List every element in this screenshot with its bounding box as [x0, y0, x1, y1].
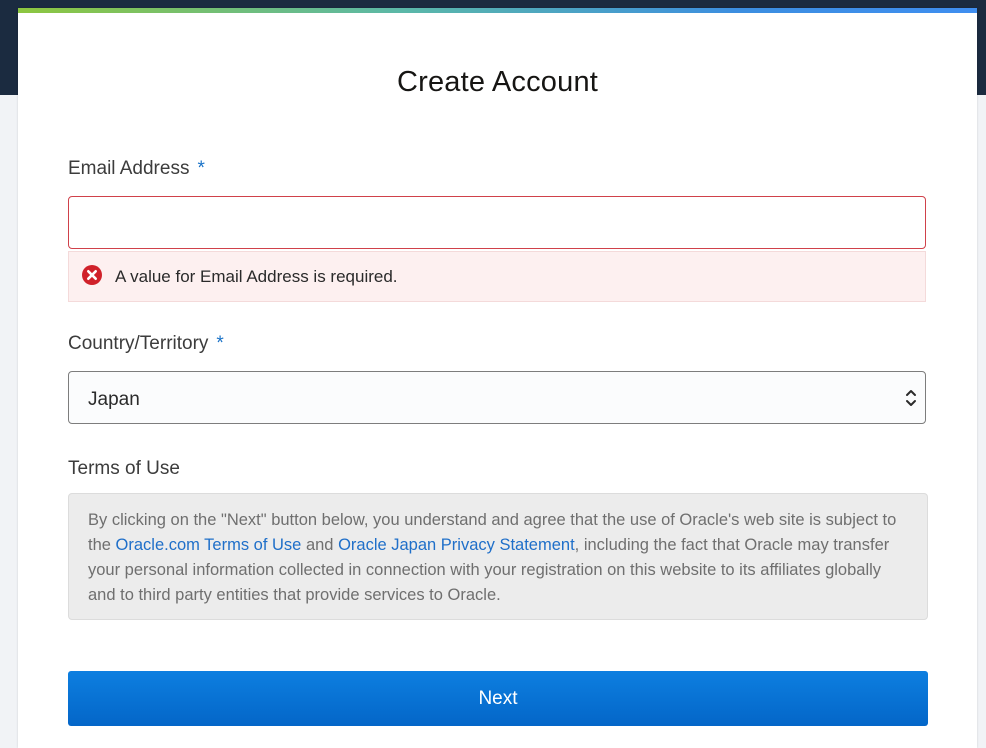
select-chevrons-icon	[906, 390, 916, 406]
error-circle-x-icon	[82, 265, 102, 285]
terms-text-middle: and	[301, 536, 339, 554]
terms-heading: Terms of Use	[68, 458, 180, 479]
email-label: Email Address *	[68, 158, 205, 180]
email-error-text: A value for Email Address is required.	[115, 267, 398, 286]
email-error-message: A value for Email Address is required.	[68, 251, 926, 302]
terms-text: By clicking on the "Next" button below, …	[68, 493, 928, 620]
next-button[interactable]: Next	[68, 671, 928, 726]
create-account-card: Create Account Email Address * A value fo…	[18, 8, 977, 748]
accent-bar	[18, 8, 977, 13]
privacy-statement-link[interactable]: Oracle Japan Privacy Statement	[338, 536, 575, 554]
country-label: Country/Territory *	[68, 333, 224, 355]
required-mark: *	[216, 333, 224, 354]
page-title: Create Account	[396, 66, 599, 98]
country-label-text: Country/Territory	[68, 333, 209, 354]
required-mark: *	[197, 158, 205, 179]
email-field[interactable]	[68, 196, 926, 249]
country-select[interactable]: Japan	[68, 371, 926, 424]
terms-of-use-link[interactable]: Oracle.com Terms of Use	[116, 536, 302, 554]
email-label-text: Email Address	[68, 158, 190, 179]
country-selected-value: Japan	[88, 389, 140, 410]
